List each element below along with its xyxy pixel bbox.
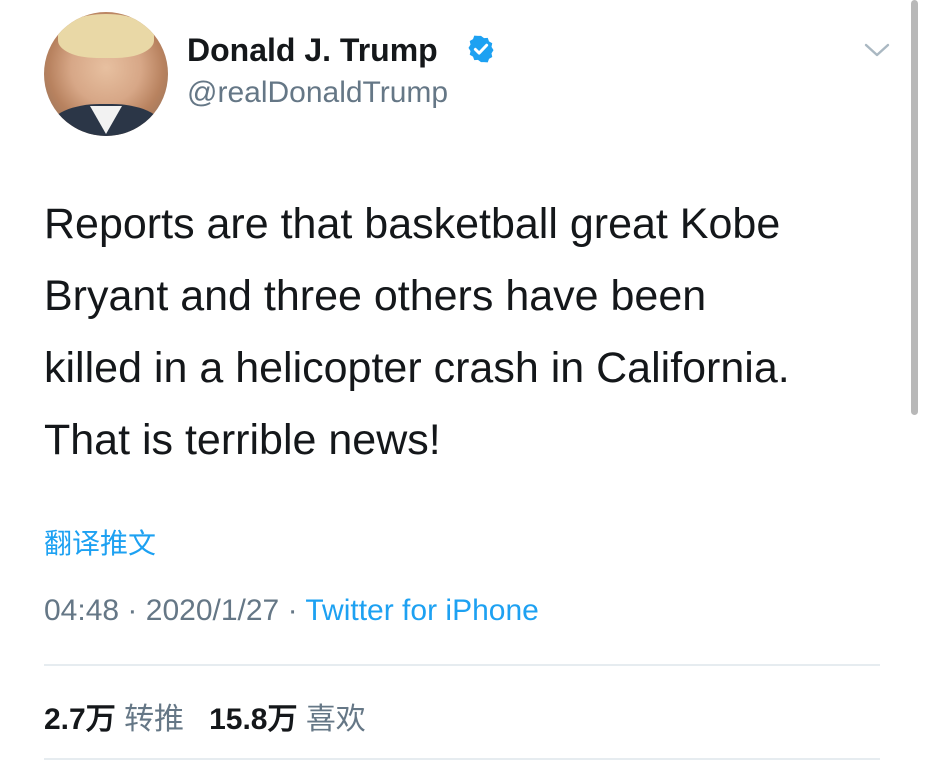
tweet-source-link[interactable]: Twitter for iPhone [305,594,538,627]
tweet-stats: 2.7万 转推 15.8万 喜欢 [44,694,366,738]
tweet-line: Bryant and three others have been [44,272,707,320]
verified-badge-icon [468,35,494,63]
tweet-line: That is terrible news! [44,416,441,464]
tweet-line: killed in a helicopter crash in Californ… [44,344,790,392]
likes-stat[interactable]: 15.8万 喜欢 [209,703,366,736]
likes-count: 15.8万 [209,703,298,736]
tweet-date: 2020/1/27 [145,594,280,627]
avatar[interactable] [44,12,168,136]
likes-label: 喜欢 [305,703,366,736]
meta-separator: · [287,594,298,627]
divider [44,664,880,666]
translate-tweet-link[interactable]: 翻译推文 [44,522,156,562]
tweet-header: Donald J. Trump @realDonaldTrump [44,12,894,136]
tweet-time: 04:48 [44,594,120,627]
tweet-line: Reports are that basketball great Kobe [44,200,781,248]
avatar-hair [58,14,154,58]
retweets-count: 2.7万 [44,703,116,736]
tweet-text: Reports are that basketball great Kobe B… [44,188,904,476]
user-handle[interactable]: @realDonaldTrump [187,76,448,110]
divider [44,758,880,760]
chevron-down-icon[interactable] [864,42,890,58]
tweet-meta: 04:48 · 2020/1/27 · Twitter for iPhone [44,594,539,628]
scrollbar[interactable] [911,0,918,415]
meta-separator: · [127,594,138,627]
retweets-stat[interactable]: 2.7万 转推 [44,703,184,736]
display-name[interactable]: Donald J. Trump [187,32,438,69]
retweets-label: 转推 [124,703,185,736]
